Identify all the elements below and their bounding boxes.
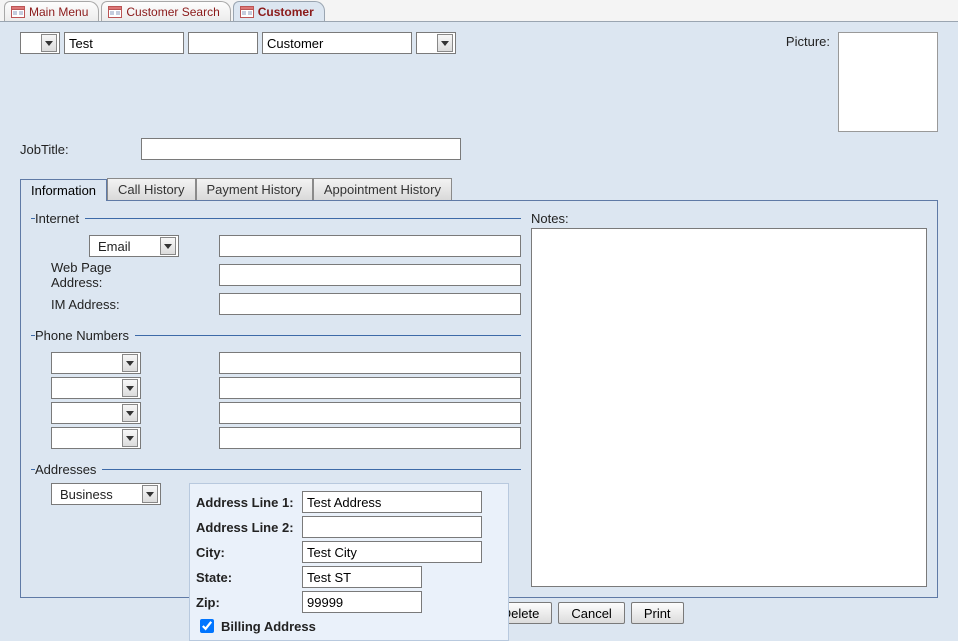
addresses-section: Addresses Business Address Line 1: Addre… xyxy=(31,462,521,641)
im-input[interactable] xyxy=(219,293,521,315)
detail-tab-control: Information Call History Payment History… xyxy=(20,178,938,598)
tab-appointment-history[interactable]: Appointment History xyxy=(313,178,452,200)
middle-name-input[interactable] xyxy=(188,32,258,54)
picture-box[interactable] xyxy=(838,32,938,132)
internet-section: Internet Email Web Page Address: IM Addr… xyxy=(31,211,521,318)
phone-input-3[interactable] xyxy=(219,402,521,424)
chevron-down-icon[interactable] xyxy=(122,429,138,447)
detail-tab-strip: Information Call History Payment History… xyxy=(20,178,938,200)
print-button[interactable]: Print xyxy=(631,602,684,624)
addr-state-label: State: xyxy=(196,570,296,585)
jobtitle-input[interactable] xyxy=(141,138,461,160)
web-label: Web Page Address: xyxy=(31,260,161,290)
form-icon xyxy=(240,6,254,18)
email-type-combo[interactable]: Email xyxy=(89,235,179,257)
phone-input-1[interactable] xyxy=(219,352,521,374)
addr-line1-label: Address Line 1: xyxy=(196,495,296,510)
addresses-legend: Addresses xyxy=(35,462,102,477)
suffix-combo[interactable] xyxy=(416,32,456,54)
customer-form: Picture: JobTitle: Information Call Hist… xyxy=(0,22,958,630)
web-input[interactable] xyxy=(219,264,521,286)
chevron-down-icon[interactable] xyxy=(41,34,57,52)
first-name-input[interactable] xyxy=(64,32,184,54)
chevron-down-icon[interactable] xyxy=(122,354,138,372)
addr-state-input[interactable] xyxy=(302,566,422,588)
chevron-down-icon[interactable] xyxy=(160,237,176,255)
doctab-customer-search[interactable]: Customer Search xyxy=(101,1,230,21)
addr-city-input[interactable] xyxy=(302,541,482,563)
email-type-text: Email xyxy=(94,239,160,254)
addr-line1-input[interactable] xyxy=(302,491,482,513)
billing-checkbox[interactable] xyxy=(200,619,214,633)
doctab-main-menu[interactable]: Main Menu xyxy=(4,1,99,21)
form-icon xyxy=(108,6,122,18)
email-input[interactable] xyxy=(219,235,521,257)
tab-information-panel: Internet Email Web Page Address: IM Addr… xyxy=(20,200,938,598)
phones-section: Phone Numbers xyxy=(31,328,521,452)
phone-type-combo-2[interactable] xyxy=(51,377,141,399)
addr-line2-label: Address Line 2: xyxy=(196,520,296,535)
name-fields xyxy=(20,32,456,54)
picture-label: Picture: xyxy=(786,32,830,49)
addr-zip-input[interactable] xyxy=(302,591,422,613)
addr-zip-label: Zip: xyxy=(196,595,296,610)
document-tab-bar: Main Menu Customer Search Customer xyxy=(0,0,958,22)
doctab-label: Main Menu xyxy=(29,5,88,19)
doctab-label: Customer xyxy=(258,5,314,19)
notes-label: Notes: xyxy=(531,211,927,226)
chevron-down-icon[interactable] xyxy=(122,379,138,397)
jobtitle-label: JobTitle: xyxy=(20,142,69,157)
chevron-down-icon[interactable] xyxy=(142,485,158,503)
last-name-input[interactable] xyxy=(262,32,412,54)
chevron-down-icon[interactable] xyxy=(122,404,138,422)
phone-type-combo-1[interactable] xyxy=(51,352,141,374)
im-label: IM Address: xyxy=(31,297,161,312)
phone-input-2[interactable] xyxy=(219,377,521,399)
form-icon xyxy=(11,6,25,18)
phone-type-combo-4[interactable] xyxy=(51,427,141,449)
cancel-button[interactable]: Cancel xyxy=(558,602,624,624)
doctab-customer[interactable]: Customer xyxy=(233,1,325,21)
notes-textarea[interactable] xyxy=(531,228,927,587)
address-type-text: Business xyxy=(56,487,142,502)
address-fields: Address Line 1: Address Line 2: City: St… xyxy=(189,483,509,641)
phone-type-combo-3[interactable] xyxy=(51,402,141,424)
phones-legend: Phone Numbers xyxy=(35,328,135,343)
doctab-label: Customer Search xyxy=(126,5,219,19)
addr-line2-input[interactable] xyxy=(302,516,482,538)
billing-label: Billing Address xyxy=(221,619,316,634)
addr-city-label: City: xyxy=(196,545,296,560)
prefix-combo[interactable] xyxy=(20,32,60,54)
address-type-combo[interactable]: Business xyxy=(51,483,161,505)
tab-information[interactable]: Information xyxy=(20,179,107,201)
phone-input-4[interactable] xyxy=(219,427,521,449)
tab-payment-history[interactable]: Payment History xyxy=(196,178,313,200)
tab-call-history[interactable]: Call History xyxy=(107,178,195,200)
chevron-down-icon[interactable] xyxy=(437,34,453,52)
internet-legend: Internet xyxy=(35,211,85,226)
